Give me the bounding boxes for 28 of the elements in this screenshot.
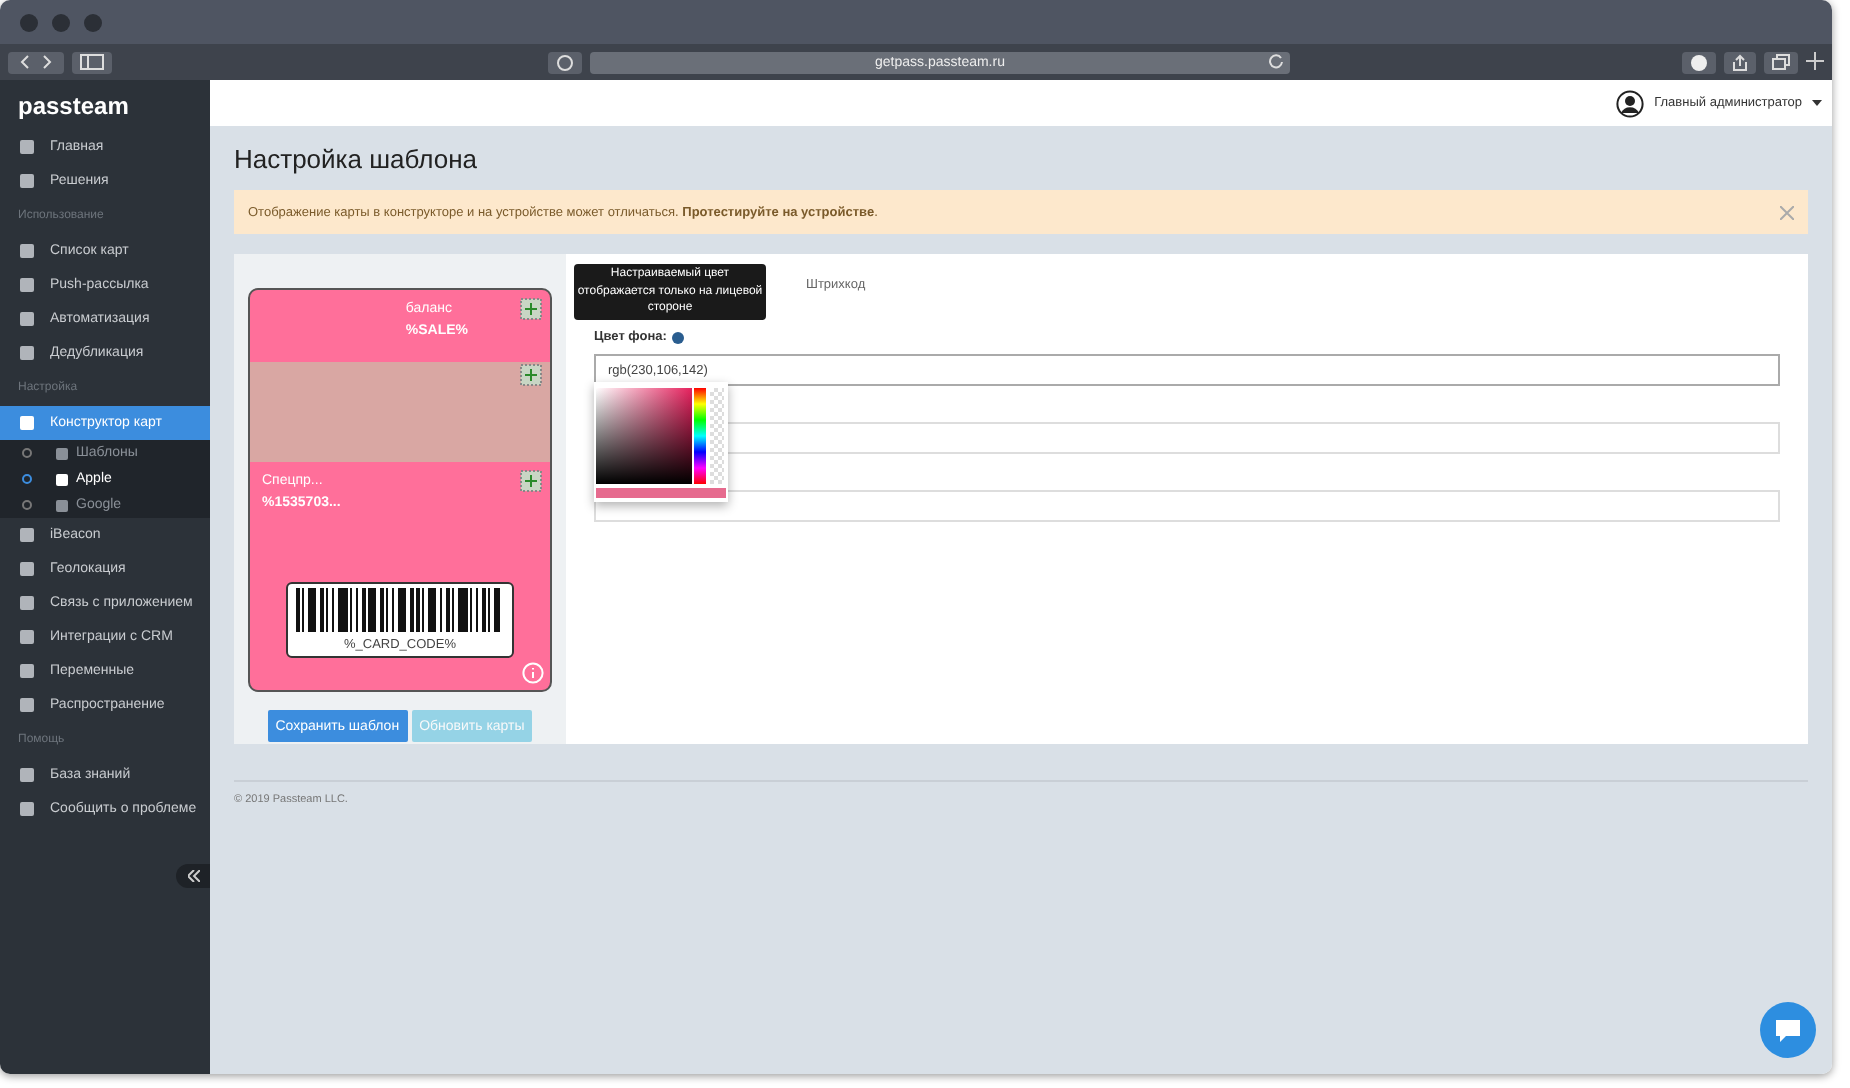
- logo: passteam: [16, 90, 131, 124]
- add-icon[interactable]: [520, 298, 542, 320]
- chat-button[interactable]: [1760, 1002, 1816, 1058]
- page-title: Настройка шаблона: [234, 144, 480, 174]
- sub-icon: [56, 473, 68, 485]
- menu-icon: [18, 414, 36, 432]
- sidebar-toggle-button[interactable]: [72, 51, 112, 73]
- collapse-sidebar-button[interactable]: [176, 864, 210, 888]
- sub-icon: [56, 447, 68, 459]
- add-icon[interactable]: [520, 364, 542, 386]
- bullet-icon: [22, 500, 32, 510]
- double-chevron-icon: [187, 870, 199, 882]
- back-forward-button[interactable]: [8, 51, 64, 73]
- color-picker-dialog[interactable]: [594, 382, 728, 502]
- input-field[interactable]: [594, 490, 1780, 522]
- privacy-button[interactable]: [548, 51, 582, 73]
- bullet-icon: [22, 474, 32, 484]
- bullet-icon: [22, 448, 32, 458]
- add-icon[interactable]: [520, 470, 542, 492]
- download-button[interactable]: [1682, 51, 1716, 73]
- reload-icon[interactable]: [1268, 54, 1284, 70]
- info-icon[interactable]: [672, 331, 685, 343]
- tabs-button[interactable]: [1764, 51, 1798, 73]
- speech-bubble-icon: [1774, 1017, 1802, 1043]
- avatar-icon: [1616, 89, 1645, 117]
- sub-icon: [56, 499, 68, 511]
- share-button[interactable]: [1724, 51, 1756, 73]
- caret-icon[interactable]: [1812, 100, 1822, 106]
